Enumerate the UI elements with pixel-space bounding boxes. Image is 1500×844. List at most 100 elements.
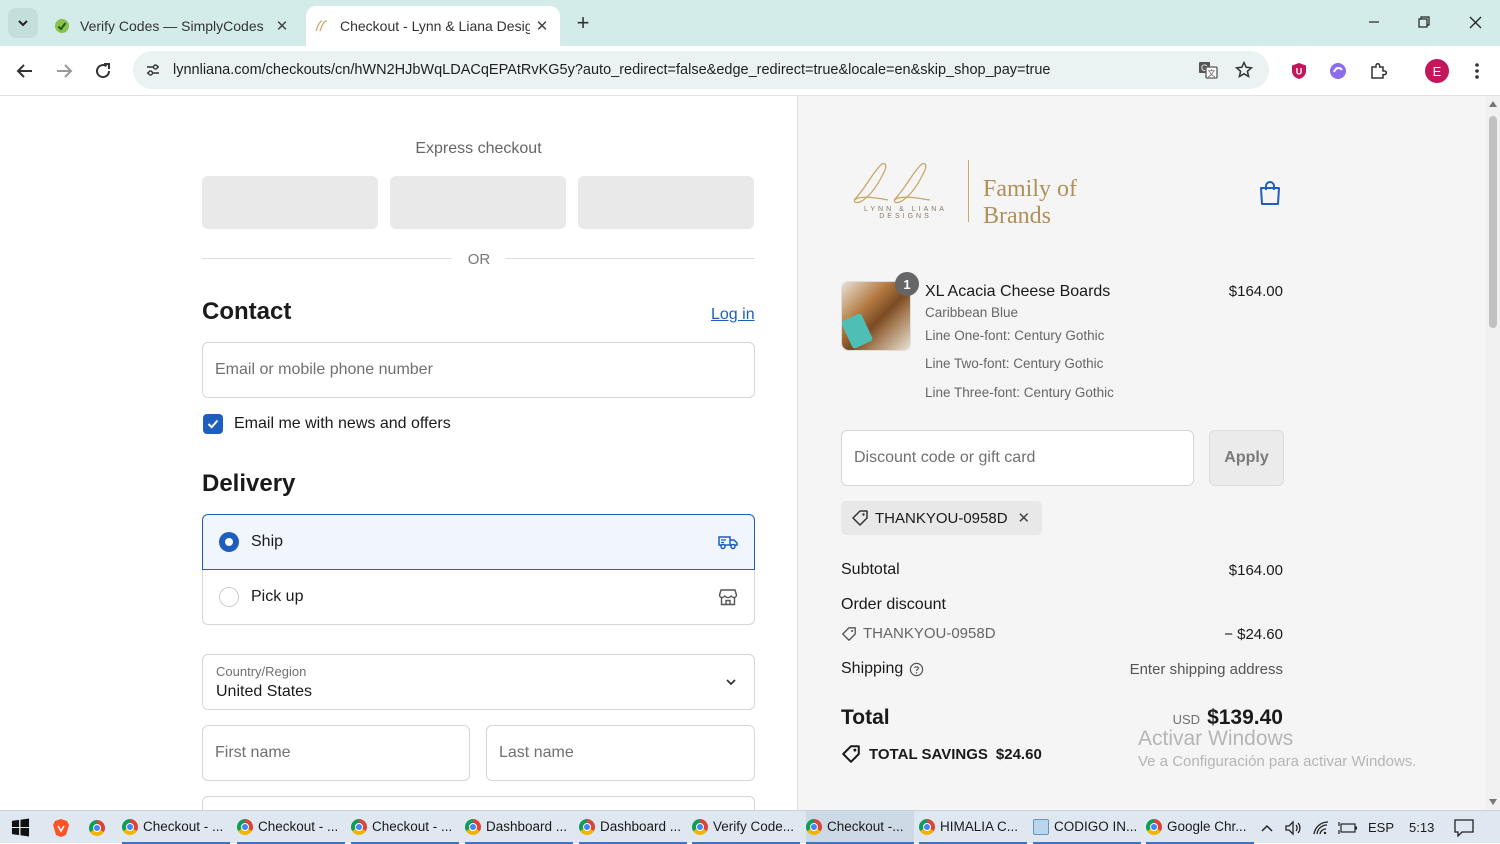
login-link[interactable]: Log in — [711, 306, 755, 324]
help-icon[interactable] — [909, 662, 924, 677]
shipping-value: Enter shipping address — [1129, 661, 1283, 678]
bookmark-star-icon[interactable] — [1229, 51, 1259, 89]
close-icon — [1469, 16, 1481, 28]
back-button[interactable] — [10, 56, 40, 86]
cart-button[interactable] — [1258, 180, 1282, 211]
start-button[interactable] — [11, 811, 30, 844]
apply-discount-button[interactable]: Apply — [1209, 430, 1284, 486]
taskbar-item[interactable]: HIMALIA C... — [919, 811, 1027, 844]
forward-button[interactable] — [49, 56, 79, 86]
remove-code-icon[interactable]: ✕ — [1018, 509, 1031, 527]
email-field[interactable]: Email or mobile phone number — [202, 342, 755, 398]
chrome-icon — [919, 818, 935, 835]
clock[interactable]: 5:13 — [1409, 811, 1434, 844]
scroll-up-icon[interactable] — [1489, 101, 1497, 107]
brand-divider — [968, 160, 969, 222]
volume-icon[interactable] — [1284, 811, 1302, 844]
close-window-button[interactable] — [1455, 6, 1495, 38]
reload-icon — [96, 63, 111, 79]
discount-code-text: THANKYOU-0958D — [863, 625, 996, 642]
scroll-down-icon[interactable] — [1489, 799, 1497, 805]
taskbar-item-label: Dashboard ... — [600, 819, 682, 834]
contact-heading: Contact — [202, 298, 292, 325]
tab-search-button[interactable] — [8, 8, 38, 38]
taskbar-item[interactable]: Dashboard ... — [579, 811, 687, 844]
newsletter-checkbox[interactable] — [203, 414, 223, 434]
notifications-icon[interactable] — [1454, 811, 1474, 844]
chevron-down-icon — [18, 20, 28, 27]
checkout-page: Express checkout OR Contact Log in Email… — [0, 96, 1500, 810]
lynn-liana-logo — [853, 162, 931, 204]
reload-button[interactable] — [88, 56, 118, 86]
taskbar-item-label: Checkout - ... — [372, 819, 453, 834]
delivery-heading: Delivery — [202, 470, 296, 497]
express-pay-button[interactable] — [390, 176, 566, 229]
extensions-puzzle-icon[interactable] — [1363, 56, 1393, 86]
translate-icon[interactable]: G文 — [1193, 51, 1223, 89]
quantity-badge: 1 — [895, 272, 919, 296]
tag-icon — [842, 626, 856, 641]
taskbar-item[interactable]: Dashboard ... — [465, 811, 573, 844]
tray-expand-icon[interactable] — [1260, 811, 1274, 844]
newsletter-option[interactable]: Email me with news and offers — [203, 414, 451, 434]
taskbar-item[interactable]: Checkout -... — [806, 811, 914, 844]
chrome-pinned-icon[interactable] — [89, 811, 105, 844]
language-indicator[interactable]: ESP — [1368, 811, 1394, 844]
tab-title: Verify Codes — SimplyCodes — [80, 18, 264, 34]
ship-radio[interactable] — [219, 532, 239, 552]
product-name: XL Acacia Cheese Boards — [925, 283, 1111, 300]
express-pay-button[interactable] — [202, 176, 378, 229]
chrome-icon — [579, 818, 595, 835]
taskbar-item[interactable]: CODIGO IN... — [1033, 811, 1141, 844]
taskbar-item[interactable]: Checkout - ... — [237, 811, 345, 844]
close-tab-icon[interactable]: ✕ — [530, 14, 554, 38]
tab-title: Checkout - Lynn & Liana Designs — [340, 18, 530, 34]
order-summary-panel: LYNN & LIANA DESIGNS Family of Brands 1 … — [797, 96, 1486, 810]
country-select[interactable]: Country/Region United States — [202, 654, 755, 710]
page-scrollbar[interactable] — [1486, 96, 1500, 810]
taskbar-item-label: Verify Code... — [713, 819, 795, 834]
taskbar-item[interactable]: Google Chr... — [1146, 811, 1254, 844]
brave-icon[interactable] — [52, 811, 70, 844]
pickup-radio[interactable] — [219, 587, 239, 607]
new-tab-button[interactable]: + — [570, 10, 596, 36]
address-bar[interactable]: lynnliana.com/checkouts/cn/hWN2HJbWqLDAC… — [133, 51, 1269, 89]
delivery-option-pickup[interactable]: Pick up — [202, 570, 755, 625]
arrow-right-icon — [57, 64, 73, 78]
minimize-button[interactable] — [1354, 6, 1394, 38]
taskbar-item-label: Checkout - ... — [143, 819, 224, 834]
battery-icon[interactable] — [1338, 811, 1358, 844]
discount-code-input[interactable]: Discount code or gift card — [841, 430, 1194, 486]
taskbar-item[interactable]: Checkout - ... — [122, 811, 230, 844]
truck-icon — [716, 530, 740, 554]
first-name-field[interactable]: First name — [202, 725, 470, 781]
country-label: Country/Region — [216, 664, 307, 679]
taskbar-item[interactable]: Verify Code... — [692, 811, 800, 844]
extension-icon[interactable] — [1323, 56, 1353, 86]
browser-toolbar: lynnliana.com/checkouts/cn/hWN2HJbWqLDAC… — [0, 46, 1500, 96]
address-field[interactable] — [202, 796, 755, 810]
brand-logo[interactable]: LYNN & LIANA DESIGNS Family of Brands — [848, 158, 1148, 229]
site-info-icon[interactable] — [143, 60, 163, 80]
shopping-bag-icon — [1260, 181, 1280, 205]
last-name-field[interactable]: Last name — [486, 725, 755, 781]
profile-avatar[interactable]: E — [1422, 56, 1452, 86]
restore-icon — [1418, 16, 1430, 28]
tab-checkout[interactable]: Checkout - Lynn & Liana Designs ✕ — [306, 6, 560, 46]
taskbar-item-label: Google Chr... — [1167, 819, 1247, 834]
checkout-form-panel: Express checkout OR Contact Log in Email… — [0, 96, 797, 810]
scroll-thumb[interactable] — [1489, 116, 1497, 328]
restore-button[interactable] — [1404, 6, 1444, 38]
tab-verify-codes[interactable]: Verify Codes — SimplyCodes ✕ — [44, 6, 300, 46]
ublock-extension-icon[interactable]: U — [1284, 56, 1314, 86]
taskbar-item[interactable]: Checkout - ... — [351, 811, 459, 844]
delivery-option-ship[interactable]: Ship — [202, 514, 755, 570]
wifi-icon[interactable] — [1312, 811, 1330, 844]
product-option: Line Three-font: Century Gothic — [925, 385, 1114, 400]
browser-menu-icon[interactable] — [1462, 56, 1492, 86]
close-tab-icon[interactable]: ✕ — [270, 14, 294, 38]
minimize-icon — [1369, 21, 1379, 23]
express-pay-button[interactable] — [578, 176, 754, 229]
shipping-row: Shipping — [841, 660, 924, 678]
product-variant: Caribbean Blue — [925, 305, 1019, 320]
